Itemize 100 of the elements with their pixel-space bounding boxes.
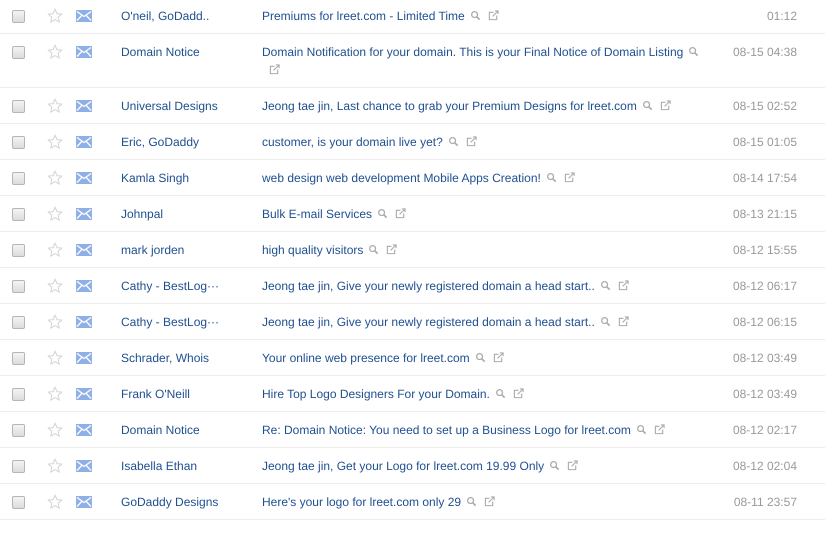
sender-name[interactable]: mark jorden: [121, 241, 262, 259]
search-icon[interactable]: [642, 100, 653, 111]
checkbox[interactable]: [12, 244, 25, 257]
star-icon[interactable]: [47, 98, 63, 114]
sender-name[interactable]: Cathy - BestLog···: [121, 313, 262, 331]
external-link-icon[interactable]: [386, 244, 398, 255]
date-text: 08-15 01:05: [732, 134, 797, 151]
external-link-icon[interactable]: [492, 352, 504, 363]
checkbox[interactable]: [12, 136, 25, 149]
checkbox[interactable]: [12, 10, 25, 23]
envelope-icon: [76, 388, 92, 400]
envelope-icon: [76, 172, 92, 184]
external-link-icon[interactable]: [466, 136, 477, 147]
subject-link[interactable]: Domain Notification for your domain. This is your Final Notice of Domain Listing: [262, 43, 684, 61]
envelope-icon: [76, 46, 92, 58]
date-text: 08-12 03:49: [732, 350, 797, 367]
sender-name[interactable]: Cathy - BestLog···: [121, 277, 262, 295]
star-icon[interactable]: [47, 314, 63, 330]
external-link-icon[interactable]: [512, 388, 524, 399]
sender-name[interactable]: Frank O'Neill: [121, 385, 262, 403]
subject-link[interactable]: Jeong tae jin, Get your Logo for lreet.com 19.99 Only: [262, 457, 544, 475]
subject-link[interactable]: Bulk E-mail Services: [262, 205, 372, 223]
star-icon[interactable]: [47, 458, 63, 474]
search-icon[interactable]: [600, 316, 611, 327]
date-text: 08-12 15:55: [732, 242, 797, 259]
subject-link[interactable]: web design web development Mobile Apps Creation!: [262, 169, 541, 187]
checkbox[interactable]: [12, 172, 25, 185]
date-text: 08-12 06:17: [732, 278, 797, 295]
sender-name[interactable]: Universal Designs: [121, 97, 262, 115]
date-text: 01:12: [766, 8, 797, 25]
star-icon[interactable]: [47, 350, 63, 366]
search-icon[interactable]: [448, 136, 459, 147]
search-icon[interactable]: [636, 424, 647, 435]
subject-link[interactable]: Re: Domain Notice: You need to set up a Business Logo for lreet.com: [262, 421, 631, 439]
external-link-icon[interactable]: [484, 496, 496, 507]
star-icon[interactable]: [47, 170, 63, 186]
checkbox[interactable]: [12, 460, 25, 473]
star-icon[interactable]: [47, 422, 63, 438]
sender-name[interactable]: Domain Notice: [121, 43, 262, 61]
subject-link[interactable]: Jeong tae jin, Give your newly registered domain a head start..: [262, 277, 595, 295]
star-icon[interactable]: [47, 386, 63, 402]
subject-link[interactable]: Hire Top Logo Designers For your Domain.: [262, 385, 490, 403]
envelope-icon: [76, 100, 92, 112]
star-icon[interactable]: [47, 206, 63, 222]
checkbox[interactable]: [12, 208, 25, 221]
external-link-icon[interactable]: [488, 10, 499, 21]
external-link-icon[interactable]: [618, 316, 629, 327]
search-icon[interactable]: [474, 352, 486, 363]
external-link-icon[interactable]: [660, 100, 671, 111]
subject-link[interactable]: high quality visitors: [262, 241, 364, 259]
search-icon[interactable]: [470, 10, 481, 21]
external-link-icon[interactable]: [564, 172, 575, 183]
search-icon[interactable]: [368, 244, 380, 255]
subject-link[interactable]: customer, is your domain live yet?: [262, 133, 443, 151]
checkbox[interactable]: [12, 496, 25, 509]
subject-link[interactable]: Premiums for lreet.com - Limited Time: [262, 7, 465, 25]
sender-name[interactable]: Johnpal: [121, 205, 262, 223]
subject-link[interactable]: Your online web presence for lreet.com: [262, 349, 470, 367]
search-icon[interactable]: [549, 460, 560, 471]
checkbox[interactable]: [12, 280, 25, 293]
search-icon[interactable]: [546, 172, 557, 183]
checkbox[interactable]: [12, 424, 25, 437]
checkbox[interactable]: [12, 388, 25, 401]
subject-link[interactable]: Jeong tae jin, Last chance to grab your Premium Designs for lreet.com: [262, 97, 637, 115]
search-icon[interactable]: [494, 388, 506, 399]
envelope-icon: [76, 460, 92, 472]
external-link-icon[interactable]: [269, 64, 280, 75]
envelope-icon: [76, 424, 92, 436]
checkbox[interactable]: [12, 352, 25, 365]
checkbox[interactable]: [12, 46, 25, 59]
envelope-icon: [76, 352, 92, 364]
sender-name[interactable]: Isabella Ethan: [121, 457, 262, 475]
date-text: 08-14 17:54: [732, 170, 797, 187]
sender-name[interactable]: GoDaddy Designs: [121, 493, 262, 511]
checkbox[interactable]: [12, 100, 25, 113]
sender-name[interactable]: Domain Notice: [121, 421, 262, 439]
envelope-icon: [76, 208, 92, 220]
search-icon[interactable]: [688, 46, 700, 57]
subject-link[interactable]: Here's your logo for lreet.com only 29: [262, 493, 462, 511]
envelope-icon: [76, 10, 92, 22]
star-icon[interactable]: [47, 44, 63, 60]
external-link-icon[interactable]: [618, 280, 629, 291]
star-icon[interactable]: [47, 494, 63, 510]
star-icon[interactable]: [47, 8, 63, 24]
star-icon[interactable]: [47, 242, 63, 258]
external-link-icon[interactable]: [654, 424, 665, 435]
external-link-icon[interactable]: [567, 460, 578, 471]
search-icon[interactable]: [466, 496, 478, 507]
date-text: 08-12 06:15: [732, 314, 797, 331]
external-link-icon[interactable]: [395, 208, 406, 219]
star-icon[interactable]: [47, 278, 63, 294]
star-icon[interactable]: [47, 134, 63, 150]
sender-name[interactable]: Eric, GoDaddy: [121, 133, 262, 151]
search-icon[interactable]: [377, 208, 388, 219]
subject-link[interactable]: Jeong tae jin, Give your newly registered domain a head start..: [262, 313, 595, 331]
checkbox[interactable]: [12, 316, 25, 329]
sender-name[interactable]: Kamla Singh: [121, 169, 262, 187]
sender-name[interactable]: O'neil, GoDadd..: [121, 7, 262, 25]
search-icon[interactable]: [600, 280, 611, 291]
sender-name[interactable]: Schrader, Whois: [121, 349, 262, 367]
